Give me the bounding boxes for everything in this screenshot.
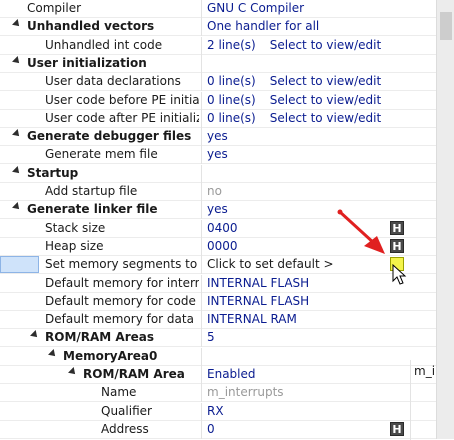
red-arrow-icon	[337, 209, 385, 254]
mouse-pointer-icon	[392, 264, 407, 285]
